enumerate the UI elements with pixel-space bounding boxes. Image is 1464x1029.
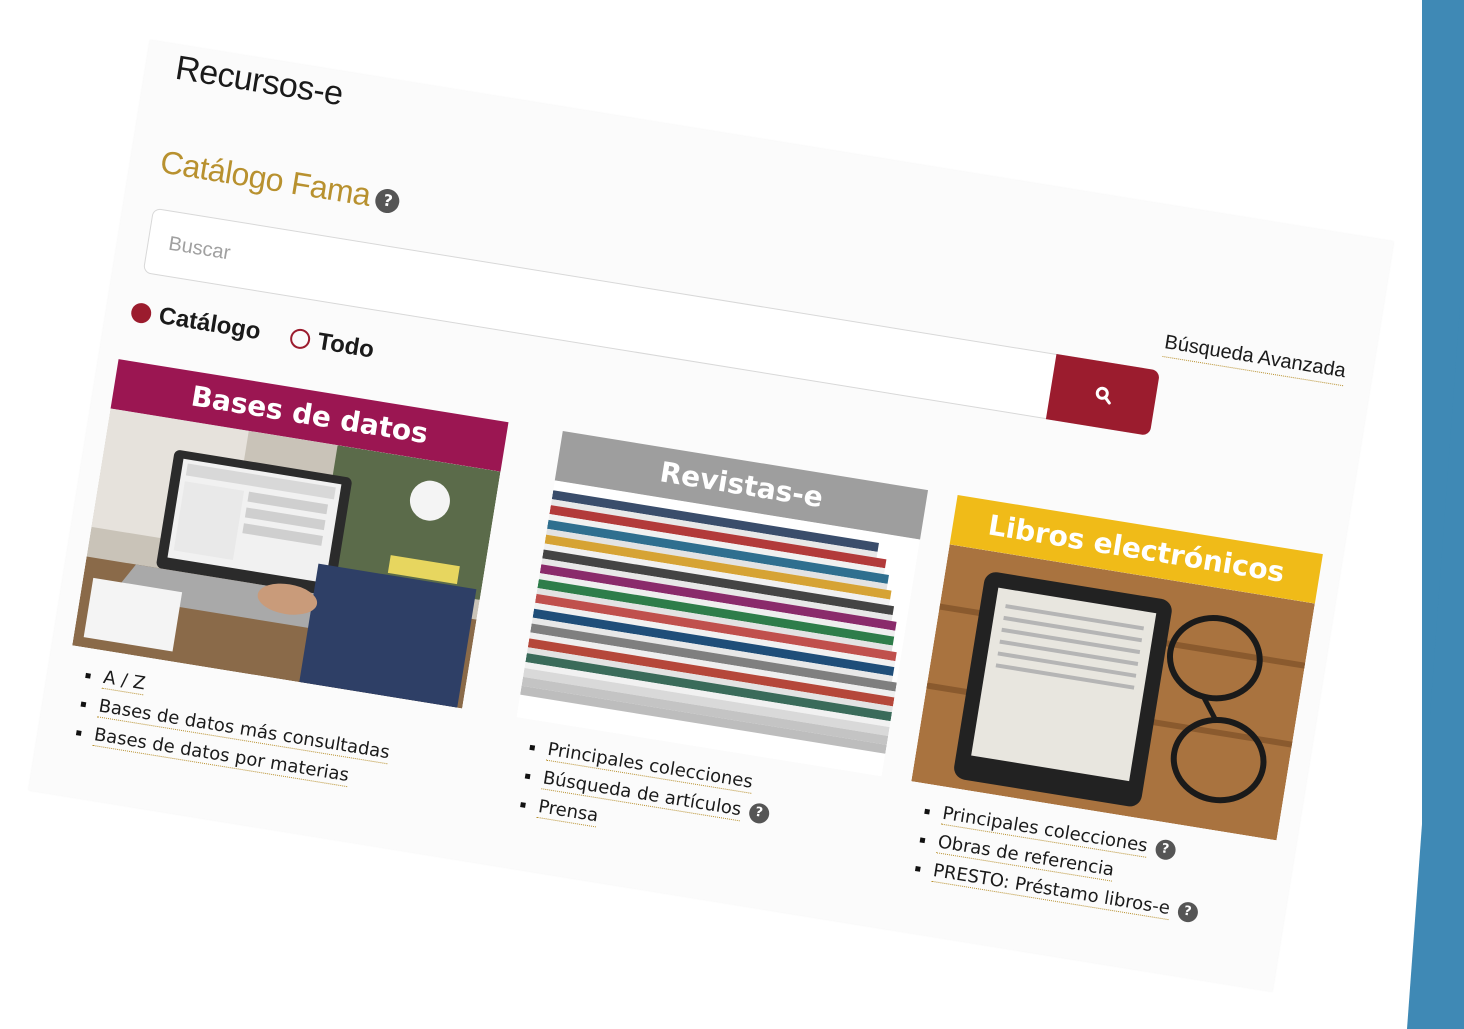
radio-selected-icon xyxy=(129,301,153,325)
radio-catalog[interactable]: Catálogo xyxy=(129,298,263,347)
resources-card: Recursos-e Catálogo Fama? Catálogo Todo … xyxy=(28,40,1394,992)
help-icon[interactable]: ? xyxy=(1175,900,1199,924)
radio-catalog-label: Catálogo xyxy=(156,302,263,346)
search-icon xyxy=(1095,386,1111,405)
link-press[interactable]: Prensa xyxy=(536,796,600,828)
tile-journals: Revistas-e Principales colecciones Búsqu… xyxy=(500,431,929,878)
link-az[interactable]: A / Z xyxy=(101,666,147,696)
radio-all-label: Todo xyxy=(315,327,376,364)
help-icon[interactable]: ? xyxy=(1153,838,1177,862)
catalog-title: Catálogo Fama? xyxy=(158,144,403,219)
radio-unselected-icon xyxy=(288,327,312,351)
search-button[interactable] xyxy=(1045,353,1161,436)
tile-ebooks: Libros electrónicos Principales coleccio… xyxy=(895,494,1323,942)
help-icon[interactable]: ? xyxy=(747,801,771,825)
radio-all[interactable]: Todo xyxy=(288,323,376,364)
tile-databases: Bases de datos A / Z Bases de datos más … xyxy=(56,359,509,810)
catalog-title-text: Catálogo Fama xyxy=(157,143,374,213)
advanced-search-link[interactable]: Búsqueda Avanzada xyxy=(1162,331,1348,387)
help-icon[interactable]: ? xyxy=(373,186,402,215)
page-title: Recursos-e xyxy=(172,48,346,114)
